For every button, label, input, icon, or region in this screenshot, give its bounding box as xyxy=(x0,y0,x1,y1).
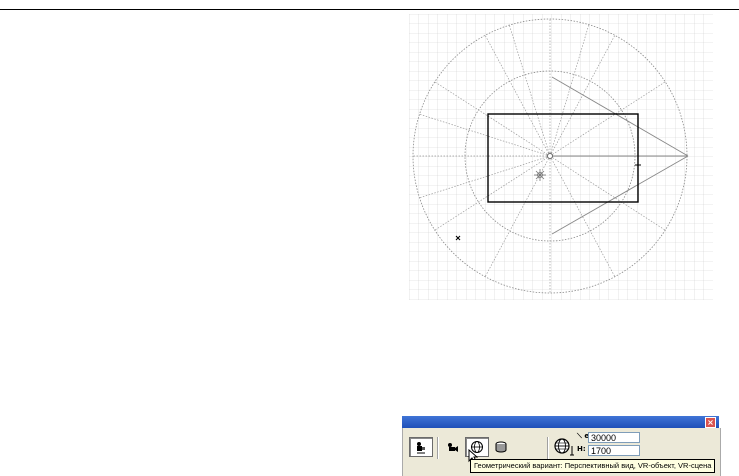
globe-measure-icon xyxy=(554,438,574,456)
grid-background xyxy=(409,14,713,300)
field-bottom-label: H: xyxy=(577,445,586,453)
cylinder-icon xyxy=(495,441,507,453)
camera-view-icon xyxy=(417,442,425,454)
top-rule xyxy=(0,9,739,10)
toolbar-separator xyxy=(437,437,439,459)
camera-target-point xyxy=(547,153,553,159)
movie-camera-icon xyxy=(448,443,458,452)
close-button[interactable]: × xyxy=(705,417,716,428)
height-field[interactable]: 1700 xyxy=(588,445,640,456)
camera-view-button[interactable] xyxy=(409,437,433,457)
toolbar-titlebar[interactable]: × xyxy=(402,416,719,428)
toolbar-separator xyxy=(547,437,549,459)
movie-camera-button[interactable] xyxy=(441,437,465,457)
drawing-canvas[interactable] xyxy=(409,14,713,300)
distance-field[interactable]: 30000 xyxy=(588,432,640,443)
cylinder-view-button[interactable] xyxy=(489,437,513,457)
tooltip: Геометрический вариант: Перспективный ви… xyxy=(470,459,716,473)
